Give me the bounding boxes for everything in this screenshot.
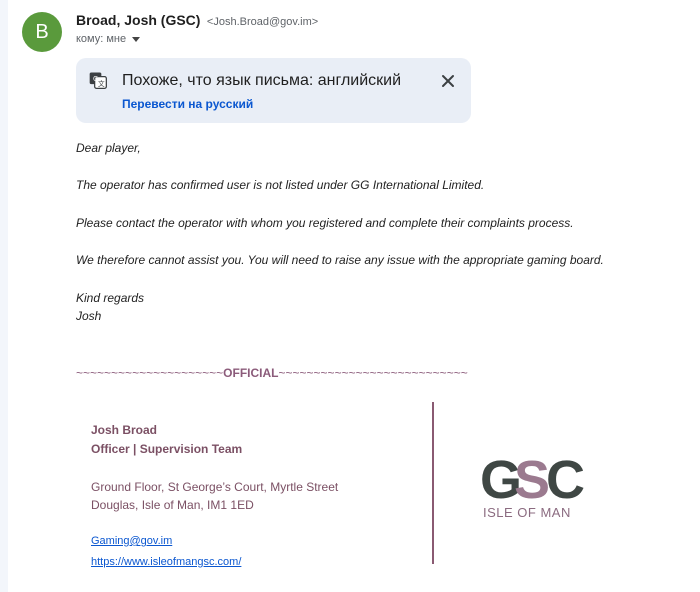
sender-line: Broad, Josh (GSC) <Josh.Broad@gov.im> — [76, 12, 318, 30]
signature-title: Officer | Supervision Team — [91, 442, 243, 456]
signature-email-link[interactable]: Gaming@gov.im — [91, 535, 172, 547]
svg-text:C: C — [546, 450, 585, 510]
sender-email: <Josh.Broad@gov.im> — [206, 16, 319, 28]
sender-name[interactable]: Broad, Josh (GSC) — [76, 12, 200, 28]
left-margin-strip — [0, 0, 8, 592]
body-paragraph-1: The operator has confirmed user is not l… — [76, 178, 485, 192]
signature-address-line1: Ground Floor, St George’s Court, Myrtle … — [91, 480, 339, 494]
signature-address-line2: Douglas, Isle of Man, IM1 1ED — [91, 498, 254, 512]
body-paragraph-2: Please contact the operator with whom yo… — [76, 216, 574, 230]
body-signoff-name: Josh — [76, 309, 102, 323]
chevron-down-icon[interactable] — [132, 37, 141, 42]
recipient-label: кому: мне — [76, 33, 127, 45]
signature-divider — [432, 402, 434, 564]
close-icon[interactable] — [439, 72, 457, 90]
official-label: OFFICIAL — [223, 366, 279, 380]
translate-to-russian-link[interactable]: Перевести на русский — [122, 97, 253, 111]
body-greeting: Dear player, — [76, 141, 141, 155]
body-paragraph-3: We therefore cannot assist you. You will… — [76, 253, 604, 267]
sender-avatar[interactable]: B — [22, 12, 62, 52]
official-marker: ~~~~~~~~~~~~~~~~~~~~~OFFICIAL~~~~~~~~~~~… — [76, 366, 468, 380]
translate-icon: G 文 — [89, 72, 107, 89]
logo-subtitle: ISLE OF MAN — [483, 505, 571, 520]
official-tilde-suffix: ~~~~~~~~~~~~~~~~~~~~~~~~~~~ — [278, 366, 468, 380]
svg-text:文: 文 — [98, 79, 105, 88]
body-closing: Kind regards — [76, 291, 145, 305]
svg-text:S: S — [514, 450, 550, 510]
recipient-details-toggle[interactable]: кому: мне — [76, 33, 141, 45]
signature-name: Josh Broad — [91, 423, 158, 437]
official-tilde-prefix: ~~~~~~~~~~~~~~~~~~~~~ — [76, 366, 224, 380]
signature-website-link[interactable]: https://www.isleofmangsc.com/ — [91, 556, 241, 568]
translation-message: Похоже, что язык письма: английский — [122, 72, 402, 89]
translation-banner: G 文 Похоже, что язык письма: английский … — [76, 58, 471, 123]
